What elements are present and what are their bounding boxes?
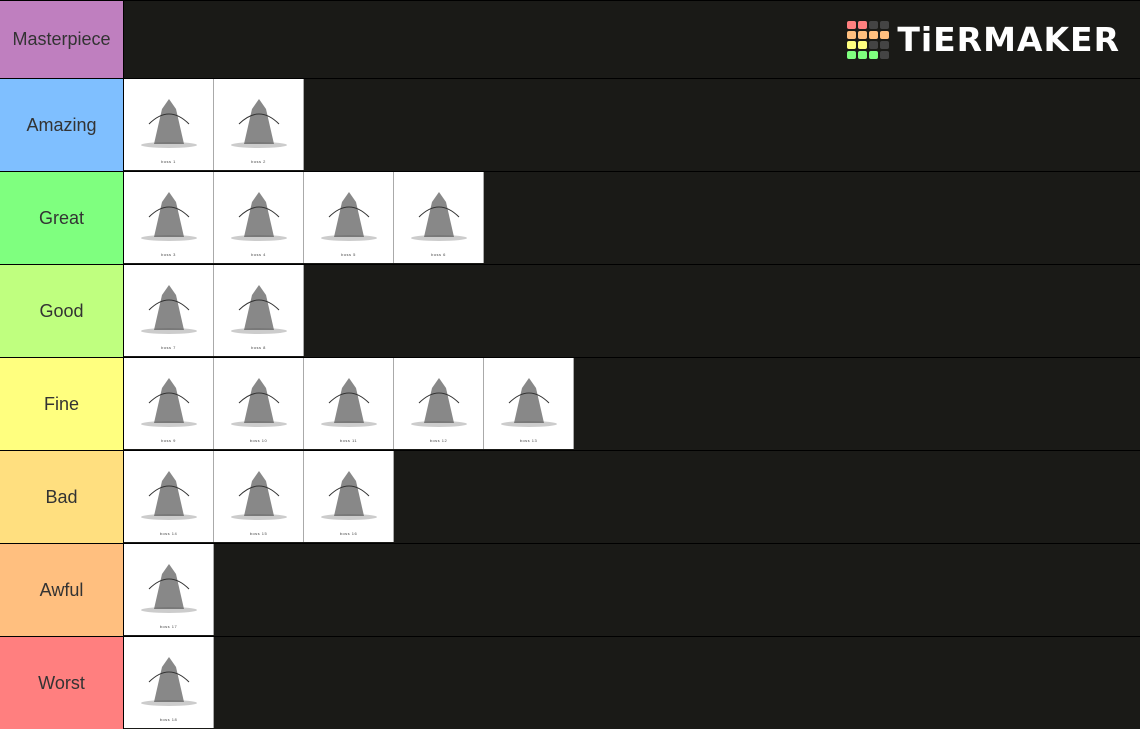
boss-sketch-icon xyxy=(231,192,287,241)
tiermaker-logo[interactable]: TiERMAKER xyxy=(847,20,1120,59)
logo-grid-cell xyxy=(847,30,857,39)
tier-items[interactable]: boss 7 boss 8 xyxy=(124,265,1140,357)
tier-item-card[interactable]: boss 16 xyxy=(304,451,394,542)
item-caption: boss 17 xyxy=(159,624,178,629)
item-caption: boss 9 xyxy=(161,438,176,443)
item-caption: boss 3 xyxy=(161,252,176,257)
tier-row: Amazing boss 1 boss 2 xyxy=(0,79,1140,171)
item-caption: boss 15 xyxy=(249,531,268,536)
logo-grid-cell xyxy=(847,20,857,29)
tier-item-card[interactable]: boss 14 xyxy=(124,451,214,542)
tier-item-card[interactable]: boss 9 xyxy=(124,358,214,449)
boss-sketch-icon xyxy=(141,99,197,148)
boss-sketch-icon xyxy=(141,192,197,241)
logo-text: TiERMAKER xyxy=(897,20,1120,59)
tier-item-card[interactable]: boss 1 xyxy=(124,79,214,170)
boss-sketch-icon xyxy=(141,285,197,334)
tier-row: Worst boss 18 xyxy=(0,637,1140,729)
tier-items[interactable]: boss 3 boss 4 boss 5 boss 6 xyxy=(124,172,1140,264)
boss-sketch-icon xyxy=(321,471,377,520)
logo-grid-cell xyxy=(847,40,857,49)
tier-items[interactable]: boss 14 boss 15 boss 16 xyxy=(124,451,1140,543)
item-caption: boss 4 xyxy=(251,252,266,257)
item-caption: boss 13 xyxy=(519,438,538,443)
item-caption: boss 16 xyxy=(339,531,358,536)
tier-row: Fine boss 9 boss 10 boss 11 boss 12 boss 13 xyxy=(0,358,1140,450)
logo-grid-cell xyxy=(869,40,879,49)
boss-sketch-icon xyxy=(141,657,197,706)
tier-item-card[interactable]: boss 17 xyxy=(124,544,214,635)
tier-label[interactable]: Fine xyxy=(0,358,124,450)
boss-sketch-icon xyxy=(321,378,377,427)
logo-grid-cell xyxy=(869,50,879,59)
tier-item-card[interactable]: boss 4 xyxy=(214,172,304,263)
item-caption: boss 11 xyxy=(339,438,358,443)
boss-sketch-icon xyxy=(141,471,197,520)
logo-grid-cell xyxy=(858,20,868,29)
logo-grid-cell xyxy=(858,50,868,59)
item-caption: boss 14 xyxy=(159,531,178,536)
item-caption: boss 5 xyxy=(341,252,356,257)
logo-grid-cell xyxy=(880,20,890,29)
tier-item-card[interactable]: boss 18 xyxy=(124,637,214,728)
logo-grid-cell xyxy=(858,40,868,49)
tier-label[interactable]: Amazing xyxy=(0,79,124,171)
tier-item-card[interactable]: boss 5 xyxy=(304,172,394,263)
boss-sketch-icon xyxy=(231,99,287,148)
tier-label[interactable]: Awful xyxy=(0,544,124,636)
item-caption: boss 1 xyxy=(161,159,176,164)
boss-sketch-icon xyxy=(411,378,467,427)
tier-row: Bad boss 14 boss 15 boss 16 xyxy=(0,451,1140,543)
boss-sketch-icon xyxy=(321,192,377,241)
tier-label[interactable]: Great xyxy=(0,172,124,264)
tier-row: Good boss 7 boss 8 xyxy=(0,265,1140,357)
boss-sketch-icon xyxy=(231,285,287,334)
boss-sketch-icon xyxy=(231,471,287,520)
boss-sketch-icon xyxy=(411,192,467,241)
logo-grid-cell xyxy=(847,50,857,59)
item-caption: boss 7 xyxy=(161,345,176,350)
tier-row: Awful boss 17 xyxy=(0,544,1140,636)
tier-item-card[interactable]: boss 3 xyxy=(124,172,214,263)
item-caption: boss 8 xyxy=(251,345,266,350)
tier-item-card[interactable]: boss 8 xyxy=(214,265,304,356)
tier-item-card[interactable]: boss 6 xyxy=(394,172,484,263)
tier-item-card[interactable]: boss 10 xyxy=(214,358,304,449)
item-caption: boss 12 xyxy=(429,438,448,443)
tier-item-card[interactable]: boss 15 xyxy=(214,451,304,542)
tier-items[interactable]: boss 1 boss 2 xyxy=(124,79,1140,171)
tier-label[interactable]: Masterpiece xyxy=(0,1,124,78)
boss-sketch-icon xyxy=(501,378,557,427)
tier-items[interactable]: boss 18 xyxy=(124,637,1140,729)
boss-sketch-icon xyxy=(231,378,287,427)
logo-grid-cell xyxy=(858,30,868,39)
tier-item-card[interactable]: boss 13 xyxy=(484,358,574,449)
logo-grid-cell xyxy=(869,20,879,29)
logo-grid-icon xyxy=(847,20,890,59)
tier-items[interactable]: boss 17 xyxy=(124,544,1140,636)
tier-item-card[interactable]: boss 12 xyxy=(394,358,484,449)
boss-sketch-icon xyxy=(141,378,197,427)
logo-grid-cell xyxy=(880,30,890,39)
boss-sketch-icon xyxy=(141,564,197,613)
tier-item-card[interactable]: boss 7 xyxy=(124,265,214,356)
item-caption: boss 18 xyxy=(159,717,178,722)
logo-grid-cell xyxy=(869,30,879,39)
item-caption: boss 10 xyxy=(249,438,268,443)
logo-grid-cell xyxy=(880,50,890,59)
tier-item-card[interactable]: boss 11 xyxy=(304,358,394,449)
item-caption: boss 2 xyxy=(251,159,266,164)
tier-label[interactable]: Bad xyxy=(0,451,124,543)
tier-label[interactable]: Good xyxy=(0,265,124,357)
item-caption: boss 6 xyxy=(431,252,446,257)
tier-items[interactable]: boss 9 boss 10 boss 11 boss 12 boss 13 xyxy=(124,358,1140,450)
tier-board: Worst boss 18 Awful boss 17 Bad boss 14 boss 1… xyxy=(0,0,1140,729)
logo-grid-cell xyxy=(880,40,890,49)
tier-label[interactable]: Worst xyxy=(0,637,124,729)
tier-row: Great boss 3 boss 4 boss 5 boss 6 xyxy=(0,172,1140,264)
tier-item-card[interactable]: boss 2 xyxy=(214,79,304,170)
